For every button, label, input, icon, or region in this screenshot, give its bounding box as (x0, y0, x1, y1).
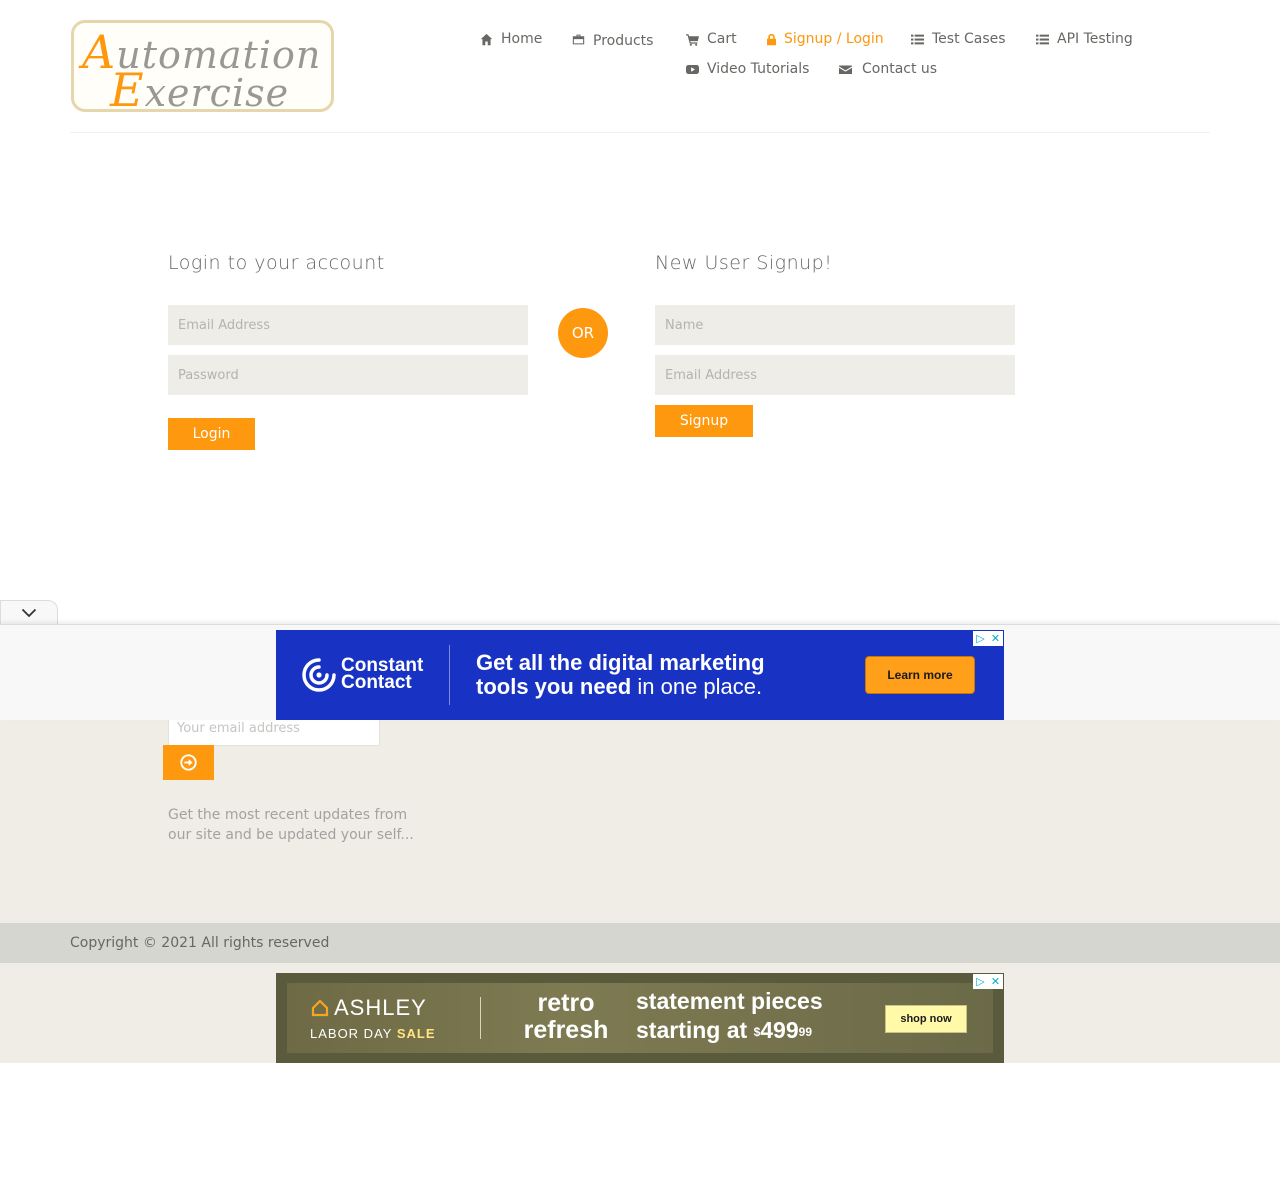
price-main: 499 (760, 1017, 799, 1043)
signup-name-field[interactable] (655, 305, 1015, 345)
constant-contact-logo-icon (302, 658, 336, 692)
login-email-field[interactable] (168, 305, 528, 345)
nav-video-tutorials-label: Video Tutorials (707, 61, 810, 77)
logo-initial-e: E (110, 63, 145, 112)
constant-contact-ad[interactable]: Constant Contact Get all the digital mar… (276, 630, 1004, 720)
ad-headline-light: in one place. (631, 674, 763, 699)
ashley-ad[interactable]: ASHLEY LABOR DAY SALE retro refresh stat… (276, 973, 1004, 1063)
close-ad-icon[interactable]: ✕ (988, 974, 1003, 989)
ashley-ad-divider (480, 997, 481, 1039)
ad-headline: Get all the digital marketing tools you … (476, 651, 765, 699)
site-logo[interactable]: Automation Exercise (71, 20, 334, 112)
logo-text-exercise: xercise (144, 71, 290, 112)
starting-at-text: starting at (636, 1017, 754, 1043)
nav-signup-login-label: Signup / Login (784, 31, 884, 47)
nav-test-cases-label: Test Cases (932, 31, 1006, 47)
constant-contact-brand: Constant Contact (341, 656, 423, 693)
login-password-field[interactable] (168, 355, 528, 395)
learn-more-button[interactable]: Learn more (865, 656, 975, 694)
nav-home[interactable]: Home (480, 31, 542, 47)
signup-email-field[interactable] (655, 355, 1015, 395)
sale-word: SALE (396, 1026, 436, 1041)
logo-line-2: Exercise (110, 63, 290, 112)
labor-day-sale: LABOR DAY SALE (310, 1026, 436, 1041)
nav-contact-us-label: Contact us (862, 61, 938, 77)
sale-prefix: LABOR DAY (310, 1026, 397, 1041)
nav-api-testing-label: API Testing (1057, 31, 1133, 47)
price-cents: 99 (798, 1025, 812, 1039)
ashley-brand: ASHLEY (334, 995, 427, 1020)
nav-api-testing[interactable]: API Testing (1036, 31, 1133, 47)
login-form-title: Login to your account (168, 252, 385, 274)
arrow-circle-right-icon (180, 754, 197, 771)
ad-headline-line-2: tools you need in one place. (476, 675, 765, 699)
house-logo-icon (310, 998, 330, 1018)
retro-refresh-text: retro refresh (516, 990, 616, 1044)
nav-products-label: Products (593, 33, 654, 49)
subscribe-button[interactable] (163, 745, 214, 780)
nav-cart-label: Cart (707, 31, 737, 47)
brand-line-2: Contact (341, 672, 412, 693)
close-ad-icon[interactable]: ✕ (988, 631, 1003, 646)
statement-text: statement pieces starting at $49999 (636, 987, 823, 1045)
ad-headline-bold: tools you need (476, 674, 632, 699)
ad-headline-line-1: Get all the digital marketing (476, 650, 765, 675)
nav-test-cases[interactable]: Test Cases (911, 31, 1006, 47)
nav-signup-login[interactable]: Signup / Login (765, 31, 884, 47)
envelope-icon (839, 63, 852, 76)
list-icon (1036, 33, 1049, 46)
lock-icon (765, 33, 778, 46)
statement-line-1: statement pieces (636, 988, 823, 1014)
ad-divider (449, 645, 450, 705)
nav-contact-us[interactable]: Contact us (839, 61, 937, 77)
shopping-cart-icon (686, 33, 699, 46)
site-header: Automation Exercise Home Products Cart S… (0, 0, 1280, 133)
signup-button[interactable]: Signup (655, 405, 753, 437)
signup-form-title: New User Signup! (655, 252, 833, 274)
ad-collapse-toggle[interactable] (0, 600, 58, 625)
header-divider (70, 132, 1210, 133)
retro-line-2: refresh (523, 1016, 609, 1044)
price-currency: $ (753, 1025, 761, 1039)
statement-line-2: starting at $49999 (636, 1016, 823, 1045)
briefcase-icon (572, 33, 585, 46)
list-icon (911, 33, 924, 46)
copyright-text: Copyright © 2021 All rights reserved (70, 935, 330, 951)
shop-now-button[interactable]: shop now (885, 1005, 967, 1033)
or-divider-badge: OR (558, 308, 608, 358)
nav-video-tutorials[interactable]: Video Tutorials (686, 61, 809, 77)
nav-home-label: Home (501, 31, 543, 47)
home-icon (480, 33, 493, 46)
adchoices-icon[interactable]: ▷ (973, 631, 988, 646)
adchoices-icon[interactable]: ▷ (973, 974, 988, 989)
nav-cart[interactable]: Cart (686, 31, 737, 47)
chevron-down-icon (21, 608, 37, 618)
subscription-description: Get the most recent updates from our sit… (168, 807, 414, 843)
nav-products[interactable]: Products (572, 31, 654, 49)
youtube-play-icon (686, 63, 699, 76)
retro-line-1: retro (537, 989, 595, 1017)
login-button[interactable]: Login (168, 418, 255, 450)
